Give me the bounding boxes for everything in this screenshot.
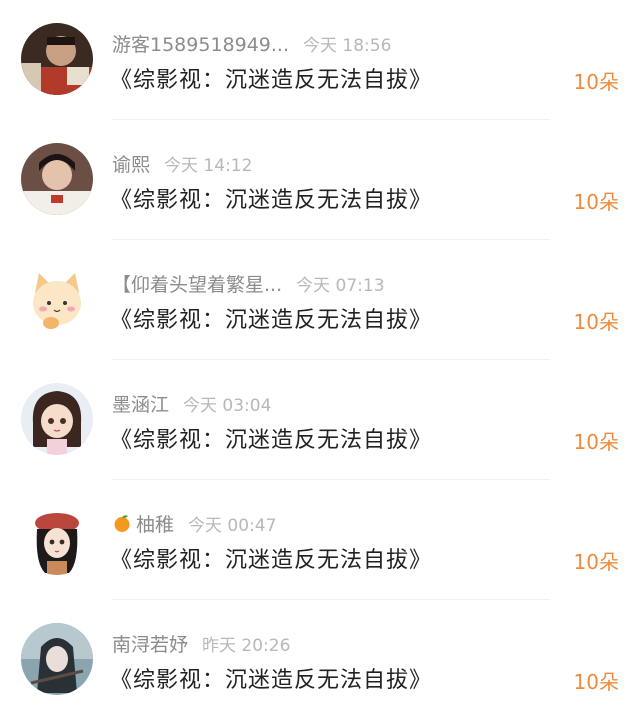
user-avatar[interactable] xyxy=(21,623,93,695)
user-avatar[interactable] xyxy=(21,143,93,215)
flower-count: 10朵 xyxy=(573,550,619,574)
user-name[interactable]: 游客1589518949... xyxy=(112,30,289,57)
list-item[interactable]: 墨涵江 今天 03:04 《综影视：沉迷造反无法自拔》 10朵 xyxy=(0,360,640,480)
book-title[interactable]: 《综影视：沉迷造反无法自拔》 xyxy=(110,62,432,94)
timestamp: 昨天 20:26 xyxy=(202,635,291,656)
book-title[interactable]: 《综影视：沉迷造反无法自拔》 xyxy=(110,422,432,454)
item-meta: 谕熙 今天 14:12 xyxy=(112,150,252,176)
book-title[interactable]: 《综影视：沉迷造反无法自拔》 xyxy=(110,542,432,574)
user-avatar[interactable] xyxy=(21,23,93,95)
item-meta: 墨涵江 今天 03:04 xyxy=(112,390,271,416)
book-title[interactable]: 《综影视：沉迷造反无法自拔》 xyxy=(110,182,432,214)
tangerine-emoji-icon xyxy=(112,513,132,533)
flower-count: 10朵 xyxy=(573,190,619,214)
user-avatar[interactable] xyxy=(21,263,93,335)
timestamp: 今天 14:12 xyxy=(164,155,253,176)
timestamp: 今天 03:04 xyxy=(183,395,272,416)
list-item[interactable]: 柚稚 今天 00:47 《综影视：沉迷造反无法自拔》 10朵 xyxy=(0,480,640,600)
flower-count: 10朵 xyxy=(573,670,619,694)
avatar-photo-man-icon xyxy=(21,23,93,95)
avatar-cartoon-cat-icon xyxy=(21,263,93,335)
avatar-anime-girl-icon xyxy=(21,383,93,455)
list-item[interactable]: 南浔若妤 昨天 20:26 《综影视：沉迷造反无法自拔》 10朵 xyxy=(0,600,640,720)
user-avatar[interactable] xyxy=(21,383,93,455)
avatar-anime-girl-hat-icon xyxy=(21,503,93,575)
flower-count: 10朵 xyxy=(573,70,619,94)
avatar-fantasy-girl-icon xyxy=(21,623,93,695)
item-meta: 南浔若妤 昨天 20:26 xyxy=(112,630,290,656)
item-meta: 游客1589518949... 今天 18:56 xyxy=(112,30,391,56)
timestamp: 今天 18:56 xyxy=(303,35,392,56)
flower-count: 10朵 xyxy=(573,310,619,334)
timestamp: 今天 07:13 xyxy=(296,275,385,296)
avatar-photo-actor-icon xyxy=(21,143,93,215)
list-item[interactable]: 【仰着头望着繁星... 今天 07:13 《综影视：沉迷造反无法自拔》 10朵 xyxy=(0,240,640,360)
item-meta: 柚稚 今天 00:47 xyxy=(112,510,276,536)
user-avatar[interactable] xyxy=(21,503,93,575)
user-name[interactable]: 南浔若妤 xyxy=(112,630,188,657)
list-item[interactable]: 游客1589518949... 今天 18:56 《综影视：沉迷造反无法自拔》 … xyxy=(0,0,640,120)
timestamp: 今天 00:47 xyxy=(188,515,277,536)
user-name[interactable]: 【仰着头望着繁星... xyxy=(112,270,282,297)
book-title[interactable]: 《综影视：沉迷造反无法自拔》 xyxy=(110,662,432,694)
gift-record-list: 游客1589518949... 今天 18:56 《综影视：沉迷造反无法自拔》 … xyxy=(0,0,640,722)
item-meta: 【仰着头望着繁星... 今天 07:13 xyxy=(112,270,385,296)
user-name[interactable]: 柚稚 xyxy=(136,510,174,537)
list-item[interactable]: 谕熙 今天 14:12 《综影视：沉迷造反无法自拔》 10朵 xyxy=(0,120,640,240)
user-name[interactable]: 谕熙 xyxy=(112,150,150,177)
user-name[interactable]: 墨涵江 xyxy=(112,390,169,417)
book-title[interactable]: 《综影视：沉迷造反无法自拔》 xyxy=(110,302,432,334)
flower-count: 10朵 xyxy=(573,430,619,454)
